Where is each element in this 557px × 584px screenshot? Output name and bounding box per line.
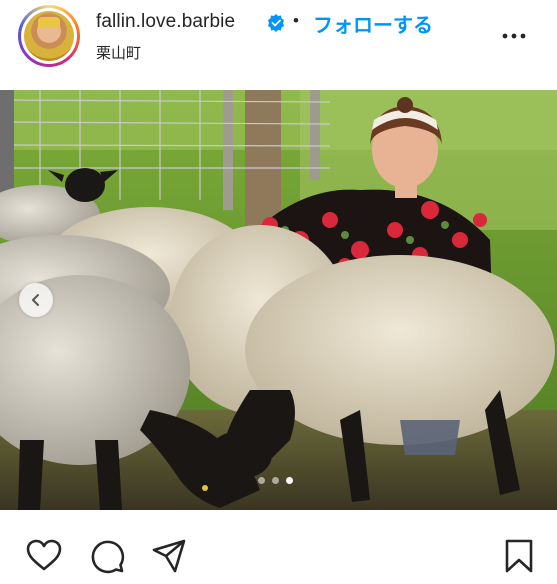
heart-icon[interactable]: [26, 538, 62, 574]
post-photo[interactable]: [0, 90, 557, 510]
sheep-photo-illustration: [0, 90, 557, 510]
verified-badge-icon: [268, 14, 284, 32]
comment-icon[interactable]: [89, 538, 125, 574]
post-header: fallin.love.barbie • フォローする 栗山町: [0, 0, 557, 90]
carousel-dot: [272, 477, 279, 484]
carousel-indicator: [258, 477, 306, 487]
chevron-left-icon: [32, 294, 39, 306]
follow-button[interactable]: フォローする: [313, 9, 433, 38]
carousel-dot: [258, 477, 265, 484]
location-link[interactable]: 栗山町: [96, 42, 141, 63]
avatar-image: [24, 11, 74, 61]
avatar[interactable]: [18, 5, 80, 67]
carousel-dot-active: [286, 477, 293, 484]
bookmark-icon[interactable]: [501, 538, 537, 574]
action-bar: [0, 510, 557, 584]
send-icon[interactable]: [151, 538, 187, 574]
carousel-previous-button[interactable]: [19, 283, 53, 317]
more-horizontal-icon[interactable]: [501, 22, 527, 42]
username-link[interactable]: fallin.love.barbie: [96, 11, 235, 33]
separator-dot: •: [293, 11, 299, 30]
